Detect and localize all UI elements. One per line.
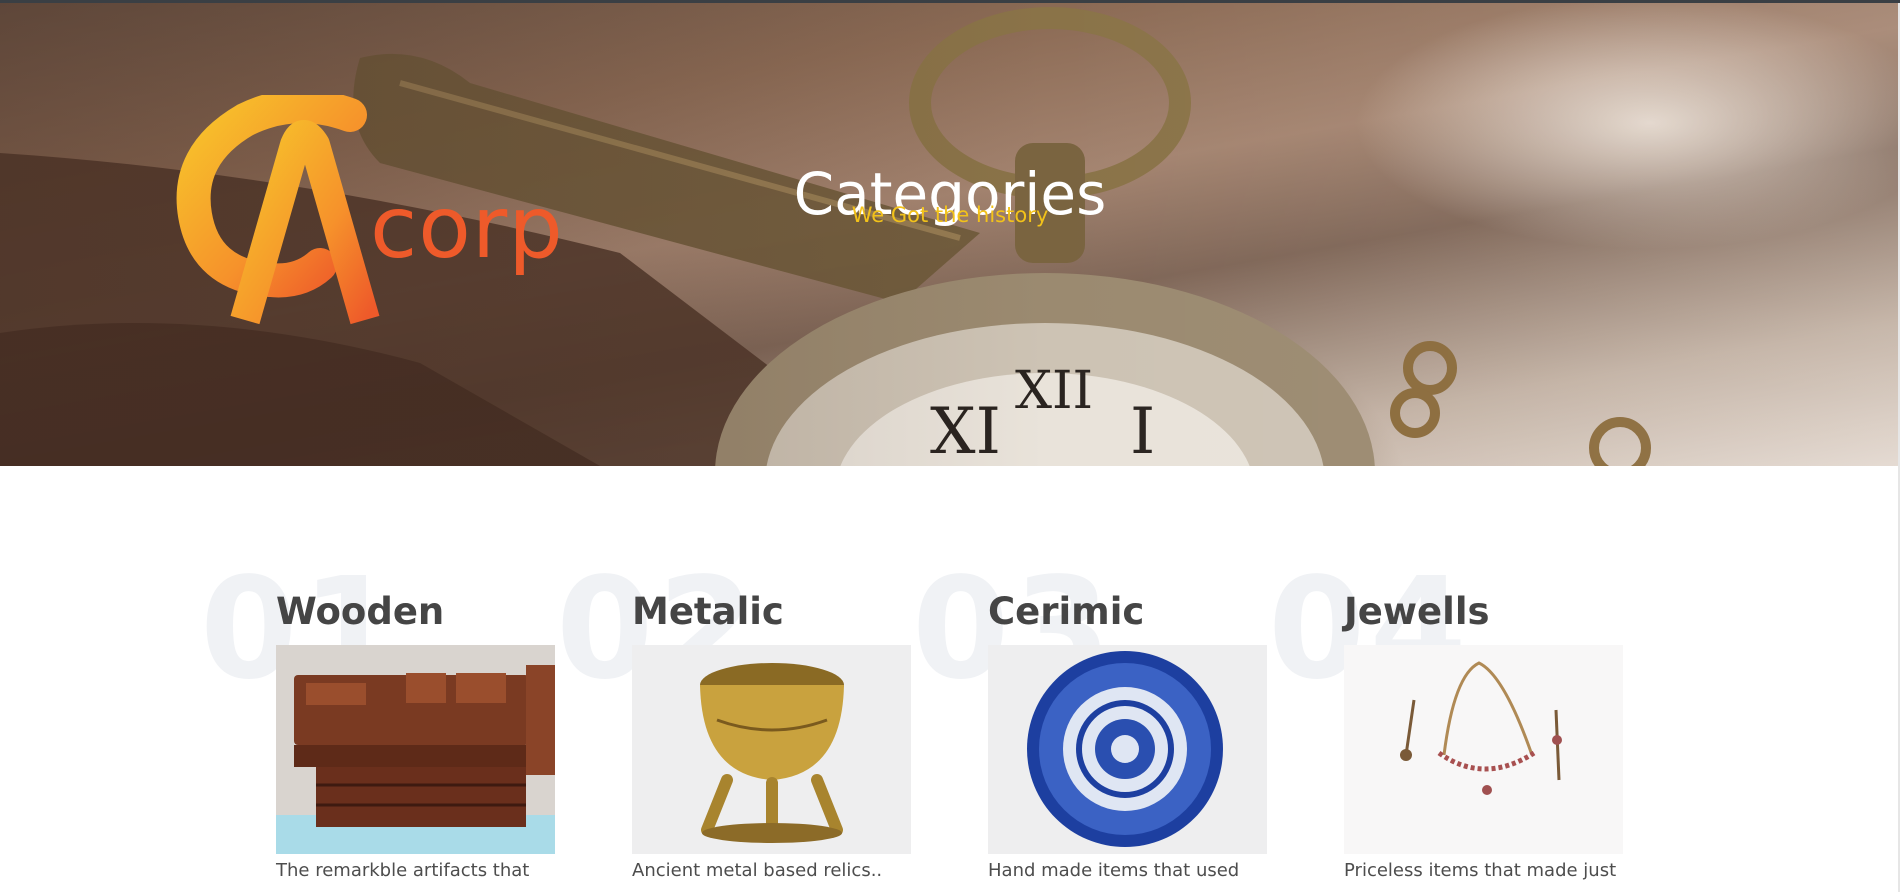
category-title: Cerimic	[988, 590, 1145, 633]
hero-banner: XI XII I corp Categories We Got the hist…	[0, 3, 1900, 466]
category-title: Jewells	[1344, 590, 1490, 633]
category-description: Ancient metal based relics..	[632, 860, 883, 881]
category-description: Priceless items that made just	[1344, 860, 1617, 881]
category-card-metalic[interactable]: 02 Metalic Ancient metal based relics..	[556, 560, 911, 890]
wooden-box-image[interactable]	[276, 645, 555, 854]
blue-plate-image[interactable]	[988, 645, 1267, 854]
category-card-wooden[interactable]: 01 Wooden The remarkble artifacts that	[200, 560, 555, 890]
necklace-image[interactable]	[1344, 645, 1623, 854]
svg-text:XI: XI	[930, 395, 1001, 466]
category-description: Hand made items that used	[988, 860, 1240, 881]
svg-text:XII: XII	[1015, 361, 1093, 421]
category-title: Wooden	[276, 590, 445, 633]
svg-text:I: I	[1130, 395, 1155, 466]
category-description: The remarkble artifacts that	[276, 860, 530, 881]
category-card-jewells[interactable]: 04 Jewells Priceless items that made jus…	[1268, 560, 1623, 890]
category-title: Metalic	[632, 590, 784, 633]
brass-bowl-image[interactable]	[632, 645, 911, 854]
page-subtitle: We Got the history	[851, 203, 1049, 227]
category-card-cerimic[interactable]: 03 Cerimic Hand made items that used	[912, 560, 1267, 890]
